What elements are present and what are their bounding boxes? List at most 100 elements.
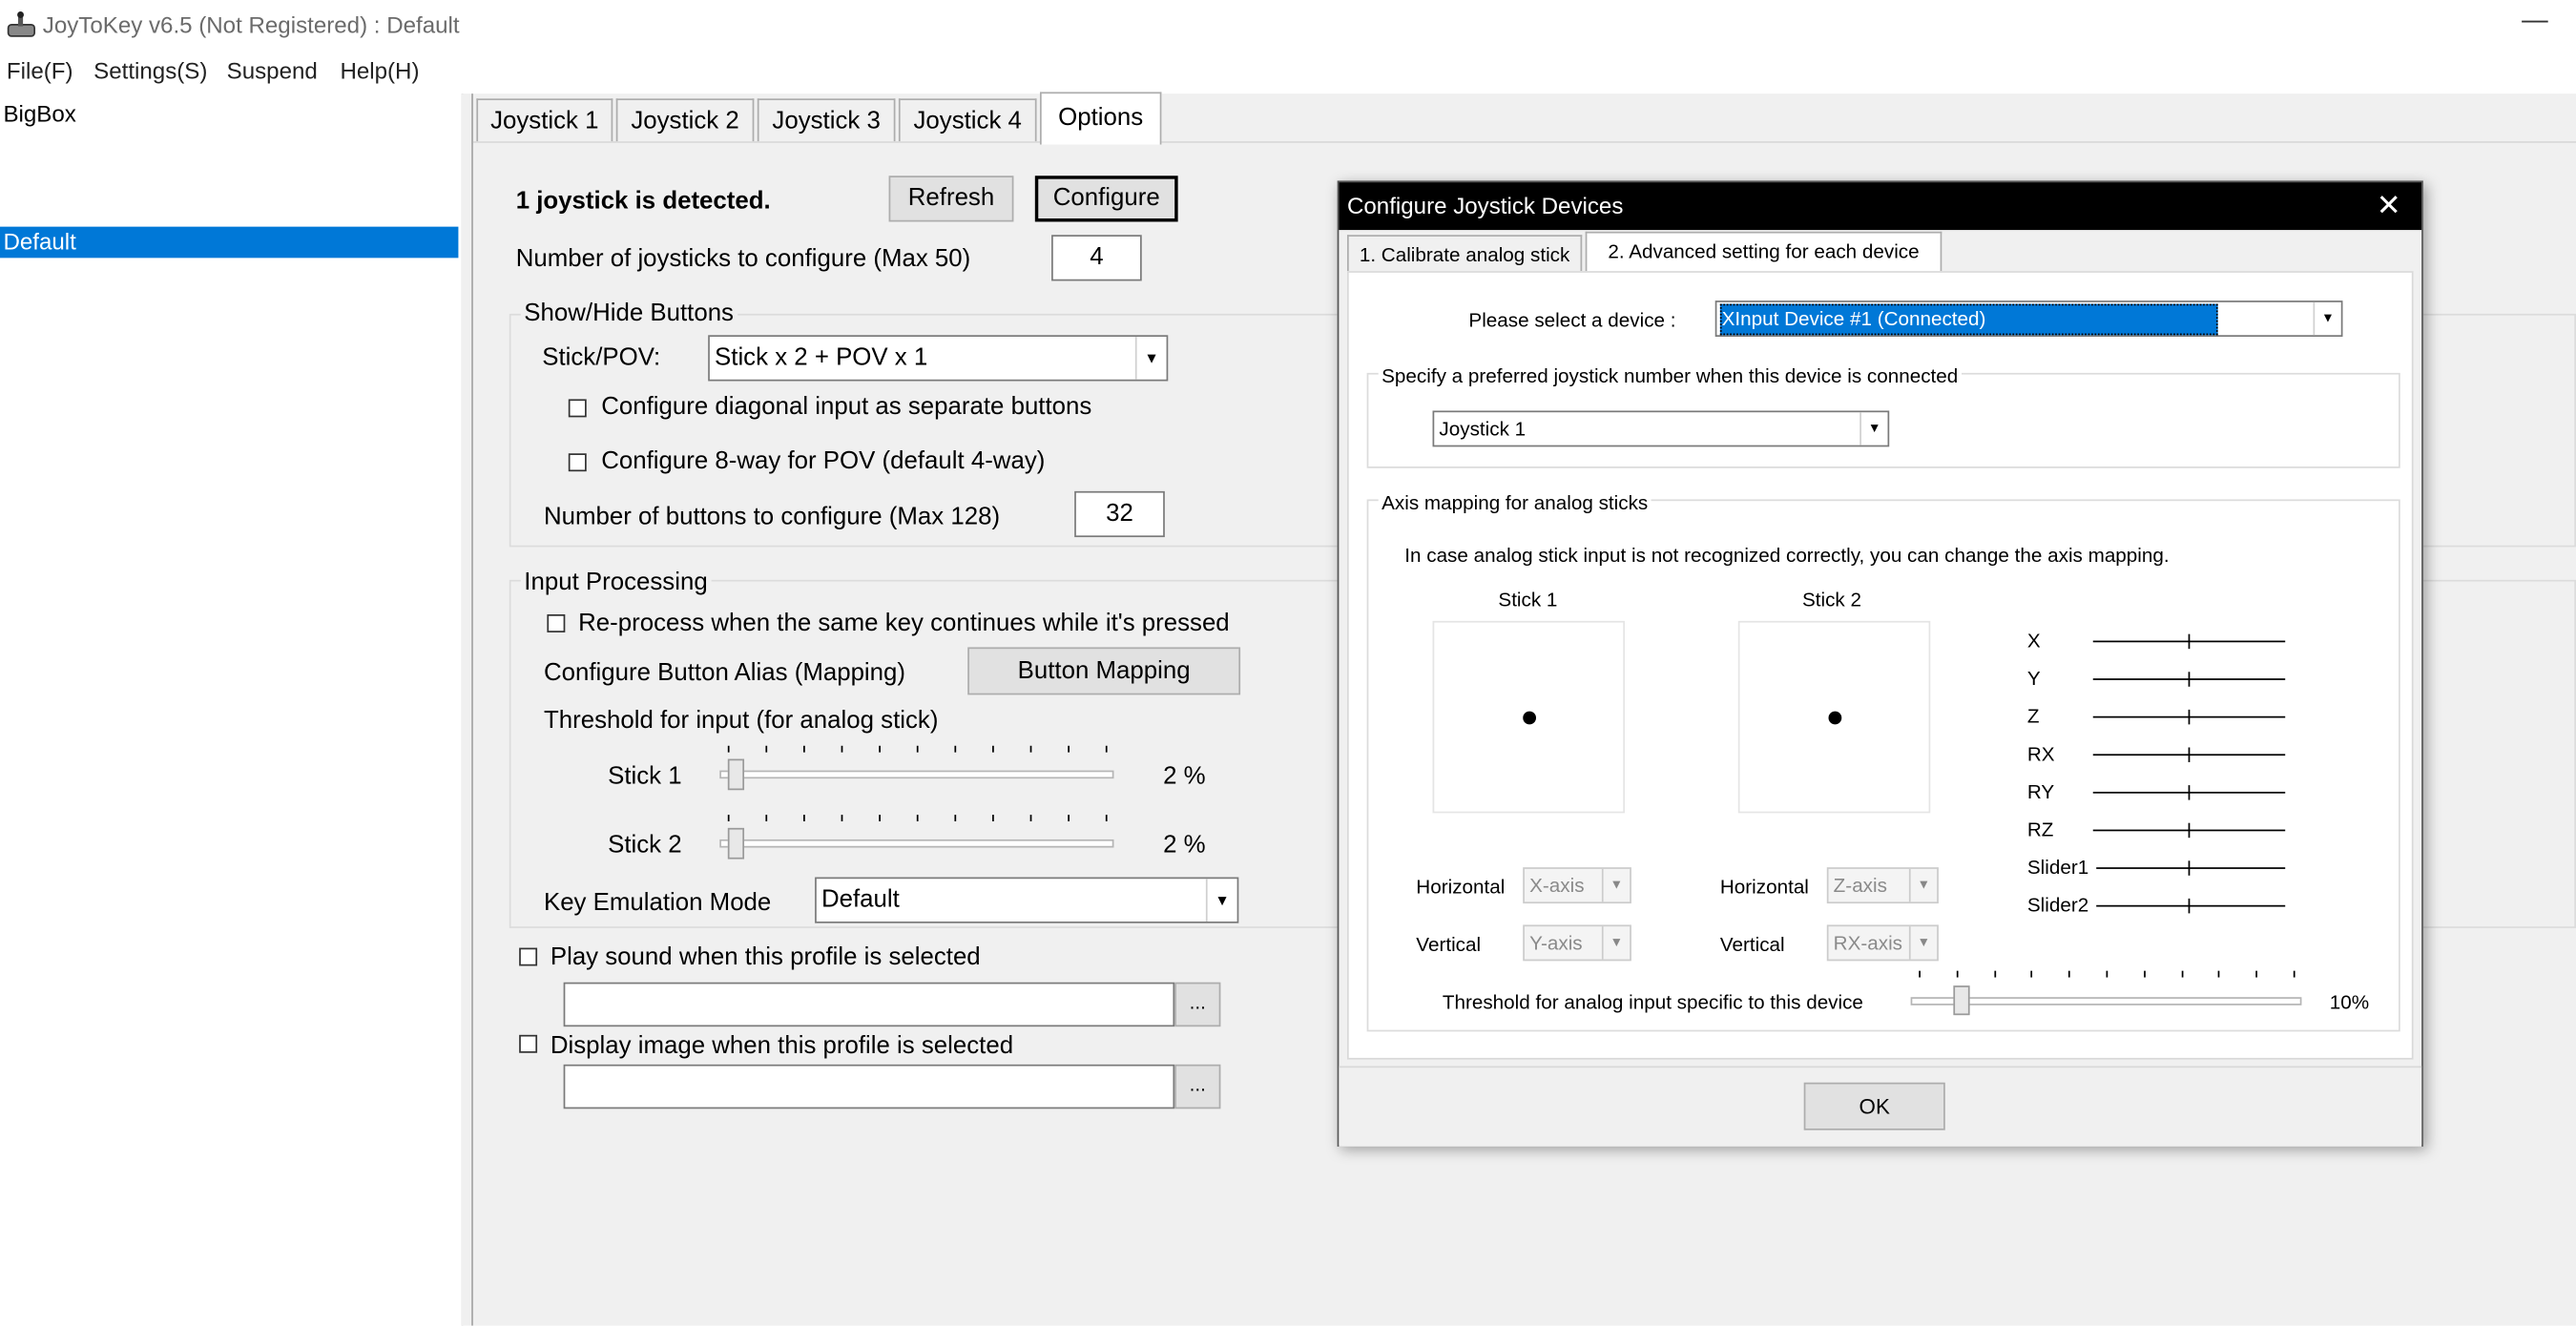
- stick1-slider-track[interactable]: [719, 770, 1114, 779]
- menu-help[interactable]: Help(H): [340, 52, 419, 89]
- close-icon[interactable]: ✕: [2369, 182, 2408, 230]
- image-browse-button[interactable]: ...: [1174, 1064, 1221, 1109]
- slider-tick: [2181, 970, 2183, 978]
- menu-file[interactable]: File(F): [7, 52, 73, 89]
- slider-tick: [1068, 815, 1070, 821]
- num-joysticks-field[interactable]: 4: [1051, 235, 1142, 281]
- image-file-field[interactable]: [563, 1064, 1175, 1109]
- key-emulation-select[interactable]: Default ▼: [815, 877, 1239, 923]
- chevron-down-icon[interactable]: ▼: [1601, 868, 1630, 902]
- menu-settings[interactable]: Settings(S): [93, 52, 207, 89]
- stick1-threshold-label: Stick 1: [608, 761, 682, 791]
- slider-tick: [803, 745, 805, 753]
- stick2-title: Stick 2: [1801, 588, 1861, 611]
- display-image-checkbox[interactable]: [519, 1034, 538, 1053]
- stick2-vertical-label: Vertical: [1719, 933, 1785, 957]
- stick1-position-dot: [1523, 711, 1537, 725]
- stick-pov-select[interactable]: Stick x 2 + POV x 1 ▼: [708, 335, 1169, 382]
- sound-file-field[interactable]: [563, 982, 1175, 1027]
- eightway-checkbox[interactable]: [568, 453, 587, 472]
- chevron-down-icon[interactable]: ▼: [1908, 868, 1937, 902]
- minimize-icon[interactable]: —: [2517, 5, 2553, 41]
- chevron-down-icon[interactable]: ▼: [1908, 926, 1937, 960]
- tab-joystick-4[interactable]: Joystick 4: [898, 98, 1037, 142]
- stick2-vertical-select[interactable]: RX-axis ▼: [1826, 924, 1939, 962]
- axis-indicator-marker: [2188, 860, 2191, 876]
- slider-tick: [992, 745, 994, 753]
- slider-tick: [2218, 970, 2221, 978]
- axis-label: RZ: [2026, 818, 2054, 841]
- axis-indicator-marker: [2188, 747, 2191, 762]
- device-threshold-value: 10%: [2329, 990, 2370, 1014]
- stick2-horizontal-select[interactable]: Z-axis ▼: [1826, 867, 1939, 904]
- stick1-vertical-label: Vertical: [1416, 933, 1482, 957]
- stick2-slider-thumb[interactable]: [727, 827, 744, 860]
- sound-browse-button[interactable]: ...: [1174, 982, 1221, 1027]
- stick2-threshold-value: 2 %: [1163, 831, 1206, 860]
- axis-label: RX: [2026, 742, 2055, 766]
- stick1-horizontal-select[interactable]: X-axis ▼: [1523, 867, 1631, 904]
- chevron-down-icon[interactable]: ▼: [1859, 412, 1887, 445]
- tab-joystick-2[interactable]: Joystick 2: [615, 98, 755, 142]
- axis-indicator-marker: [2188, 633, 2191, 650]
- display-image-label: Display image when this profile is selec…: [550, 1031, 1014, 1060]
- tab-advanced[interactable]: 2. Advanced setting for each device: [1585, 231, 1942, 273]
- num-buttons-field[interactable]: 32: [1074, 490, 1165, 538]
- chevron-down-icon[interactable]: ▼: [1134, 336, 1167, 380]
- slider-tick: [2143, 970, 2146, 978]
- stick2-position-dot: [1828, 711, 1842, 725]
- slider-tick: [1029, 745, 1032, 753]
- profile-item-default[interactable]: Default: [0, 226, 459, 259]
- chevron-down-icon[interactable]: ▼: [1601, 926, 1630, 960]
- stick2-position-box: [1737, 620, 1931, 814]
- slider-tick: [879, 745, 881, 753]
- advanced-panel: Please select a device : XInput Device #…: [1346, 271, 2414, 1060]
- tab-calibrate[interactable]: 1. Calibrate analog stick: [1346, 235, 1583, 272]
- refresh-button[interactable]: Refresh: [888, 176, 1014, 222]
- device-threshold-thumb[interactable]: [1953, 985, 1970, 1016]
- diagonal-checkbox[interactable]: [568, 399, 587, 418]
- axis-indicator-marker: [2188, 709, 2191, 725]
- menu-suspend[interactable]: Suspend: [227, 52, 318, 89]
- detected-status: 1 joystick is detected.: [515, 187, 771, 216]
- axis-label: Y: [2026, 667, 2041, 691]
- slider-tick: [1956, 970, 1959, 978]
- slider-tick: [954, 745, 957, 753]
- reprocess-checkbox[interactable]: [547, 614, 566, 632]
- select-device-label: Please select a device :: [1468, 308, 1676, 332]
- button-mapping-button[interactable]: Button Mapping: [967, 647, 1241, 695]
- axis-indicator-marker: [2188, 785, 2191, 800]
- axis-indicator-marker: [2188, 898, 2191, 914]
- profile-item-bigbox[interactable]: BigBox: [0, 98, 458, 130]
- preferred-number-title: Specify a preferred joystick number when…: [1378, 364, 1962, 388]
- stick1-slider-thumb[interactable]: [727, 758, 744, 791]
- stick1-vertical-select[interactable]: Y-axis ▼: [1523, 924, 1631, 962]
- tab-options[interactable]: Options: [1039, 92, 1162, 145]
- panel-splitter[interactable]: [461, 93, 473, 1326]
- stick1-threshold-value: 2 %: [1163, 761, 1206, 791]
- slider-tick: [1105, 745, 1108, 753]
- diagonal-label: Configure diagonal input as separate but…: [601, 392, 1092, 421]
- slider-tick: [765, 745, 768, 753]
- preferred-number-select[interactable]: Joystick 1 ▼: [1432, 410, 1890, 447]
- profile-list[interactable]: BigBox Default: [0, 93, 464, 1326]
- stick2-slider-track[interactable]: [719, 839, 1114, 848]
- chevron-down-icon[interactable]: ▼: [2313, 301, 2340, 336]
- stick1-horizontal-value: X-axis: [1529, 874, 1585, 898]
- chevron-down-icon[interactable]: ▼: [1205, 879, 1237, 922]
- reprocess-label: Re-process when the same key continues w…: [578, 609, 1230, 638]
- play-sound-checkbox[interactable]: [519, 947, 538, 966]
- joystick-app-icon: [7, 11, 36, 37]
- device-select[interactable]: XInput Device #1 (Connected) ▼: [1714, 300, 2343, 337]
- ok-button[interactable]: OK: [1803, 1082, 1945, 1130]
- slider-tick: [2030, 970, 2033, 978]
- slider-tick: [954, 815, 957, 821]
- slider-tick: [1068, 745, 1070, 753]
- axis-indicator-marker: [2188, 822, 2191, 839]
- slider-tick: [2106, 970, 2109, 978]
- tab-joystick-3[interactable]: Joystick 3: [757, 98, 896, 142]
- stick2-horizontal-label: Horizontal: [1719, 875, 1809, 899]
- stick2-vertical-value: RX-axis: [1833, 931, 1903, 955]
- configure-button[interactable]: Configure: [1034, 176, 1178, 222]
- tab-joystick-1[interactable]: Joystick 1: [476, 98, 613, 142]
